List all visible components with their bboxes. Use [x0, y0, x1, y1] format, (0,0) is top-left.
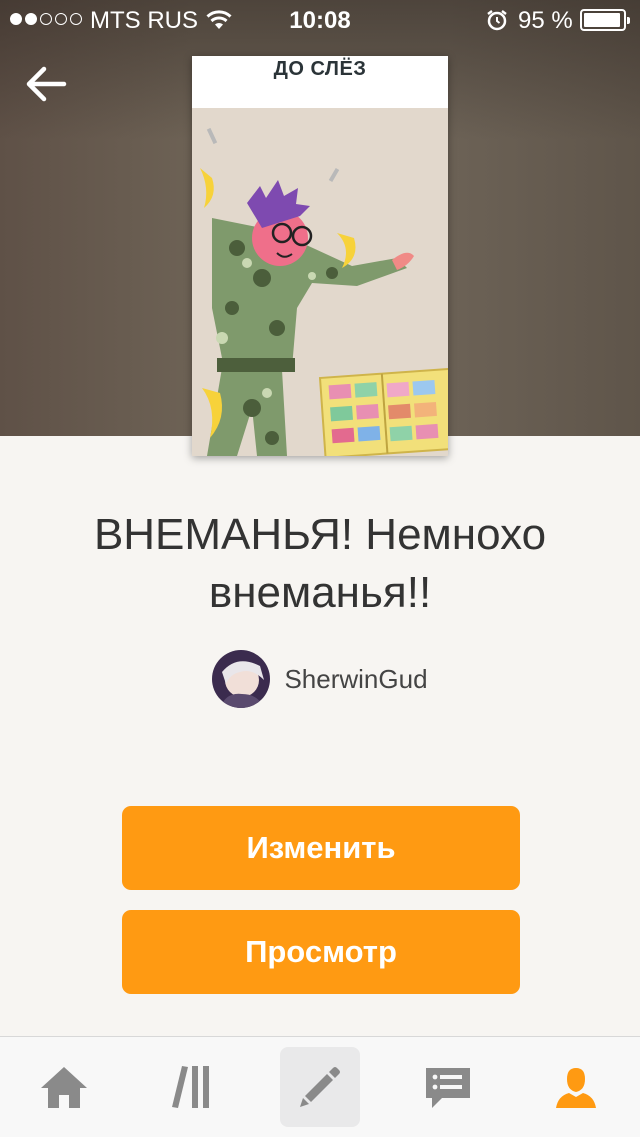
cover-header: ДО СЛЁЗ: [192, 56, 448, 108]
tab-write[interactable]: [280, 1047, 360, 1127]
tab-messages[interactable]: [408, 1047, 488, 1127]
arrow-left-icon: [26, 66, 67, 102]
story-cover: ДО СЛЁЗ: [192, 56, 448, 456]
tab-home[interactable]: [24, 1047, 104, 1127]
author-name[interactable]: SherwinGud: [284, 664, 427, 695]
home-icon: [41, 1067, 87, 1108]
cover-caption: ДО СЛЁЗ: [273, 58, 367, 80]
avatar[interactable]: [212, 650, 271, 708]
preview-button[interactable]: Просмотр: [122, 910, 520, 994]
alarm-icon: [486, 9, 508, 38]
profile-icon: [556, 1068, 596, 1108]
tab-bar: [0, 1036, 640, 1137]
tab-library[interactable]: [152, 1047, 232, 1127]
author-row[interactable]: SherwinGud: [0, 650, 640, 708]
avatar-image: [212, 650, 271, 708]
cover-illustration: [192, 108, 448, 456]
tab-profile[interactable]: [536, 1047, 616, 1127]
pencil-icon: [300, 1067, 340, 1107]
story-title: ВНЕМАНЬЯ! Немнохо внеманья!!: [93, 510, 547, 617]
battery-percent: 95 %: [518, 7, 573, 34]
battery-icon: [580, 9, 630, 31]
library-icon: [172, 1066, 209, 1108]
edit-button[interactable]: Изменить: [122, 806, 520, 890]
messages-icon: [426, 1068, 470, 1108]
back-button[interactable]: [22, 62, 70, 106]
status-bar: MTS RUS 10:08 95 %: [0, 0, 640, 40]
